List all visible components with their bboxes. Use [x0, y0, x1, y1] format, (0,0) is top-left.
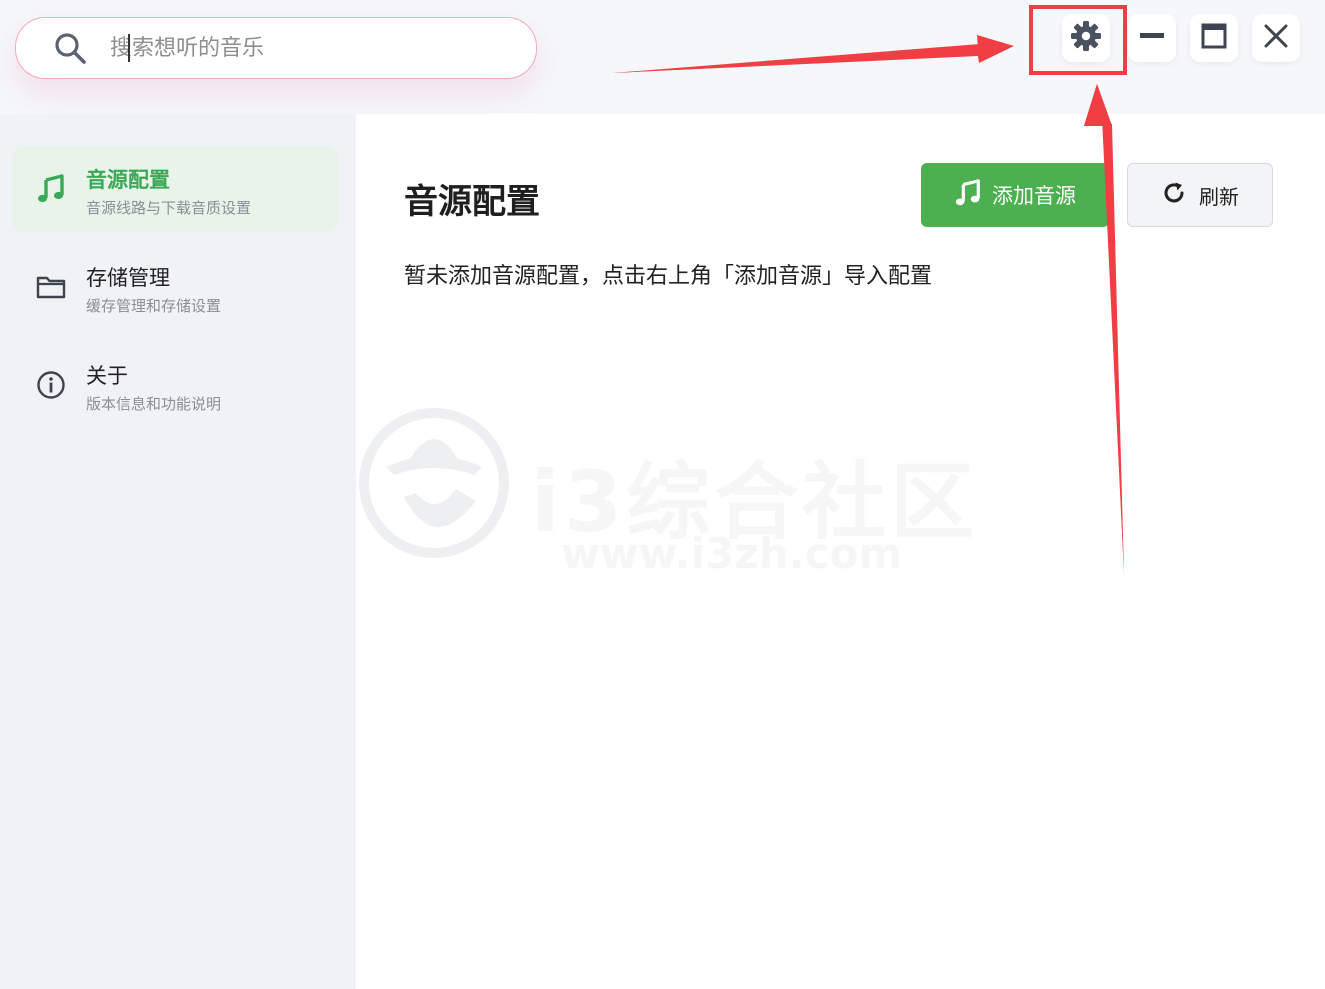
page-title: 音源配置 — [404, 182, 540, 222]
refresh-button[interactable]: 刷新 — [1127, 163, 1273, 227]
sidebar: 音源配置 音源线路与下载音质设置 存储管理 缓存管理和存储设置 关于 版本信息和… — [0, 114, 356, 989]
maximize-button[interactable] — [1190, 14, 1238, 62]
refresh-icon — [1161, 180, 1187, 210]
minimize-icon — [1138, 22, 1166, 54]
sidebar-item-storage[interactable]: 存储管理 缓存管理和存储设置 — [12, 244, 338, 330]
sidebar-item-subtitle: 音源线路与下载音质设置 — [86, 199, 252, 217]
search-input[interactable] — [110, 28, 490, 68]
sidebar-item-title: 存储管理 — [86, 266, 170, 290]
settings-highlight-box — [1029, 5, 1127, 75]
app-window: 音源配置 音源线路与下载音质设置 存储管理 缓存管理和存储设置 关于 — [0, 0, 1325, 989]
add-source-label: 添加音源 — [992, 184, 1076, 208]
sidebar-item-source-config[interactable]: 音源配置 音源线路与下载音质设置 — [12, 146, 338, 232]
empty-state-hint: 暂未添加音源配置，点击右上角「添加音源」导入配置 — [404, 264, 933, 289]
sidebar-item-about[interactable]: 关于 版本信息和功能说明 — [12, 342, 338, 428]
folder-icon — [36, 272, 66, 302]
music-note-icon — [36, 174, 66, 204]
add-source-button[interactable]: 添加音源 — [921, 163, 1109, 227]
watermark-logo-icon — [359, 408, 509, 558]
sidebar-item-subtitle: 版本信息和功能说明 — [86, 395, 222, 413]
watermark-url: www.i3zh.com — [561, 529, 903, 578]
info-icon — [36, 370, 66, 400]
music-note-icon — [954, 179, 982, 211]
sidebar-item-subtitle: 缓存管理和存储设置 — [86, 297, 222, 315]
sidebar-item-title: 关于 — [86, 364, 128, 388]
maximize-icon — [1200, 22, 1228, 54]
close-button[interactable] — [1252, 14, 1300, 62]
watermark: i3综合社区 www.i3zh.com — [356, 405, 974, 585]
close-icon — [1262, 22, 1290, 54]
search-box[interactable] — [15, 17, 537, 79]
refresh-label: 刷新 — [1199, 184, 1239, 209]
minimize-button[interactable] — [1128, 14, 1176, 62]
text-caret — [128, 34, 130, 62]
search-icon — [52, 30, 88, 66]
sidebar-item-title: 音源配置 — [86, 168, 170, 192]
